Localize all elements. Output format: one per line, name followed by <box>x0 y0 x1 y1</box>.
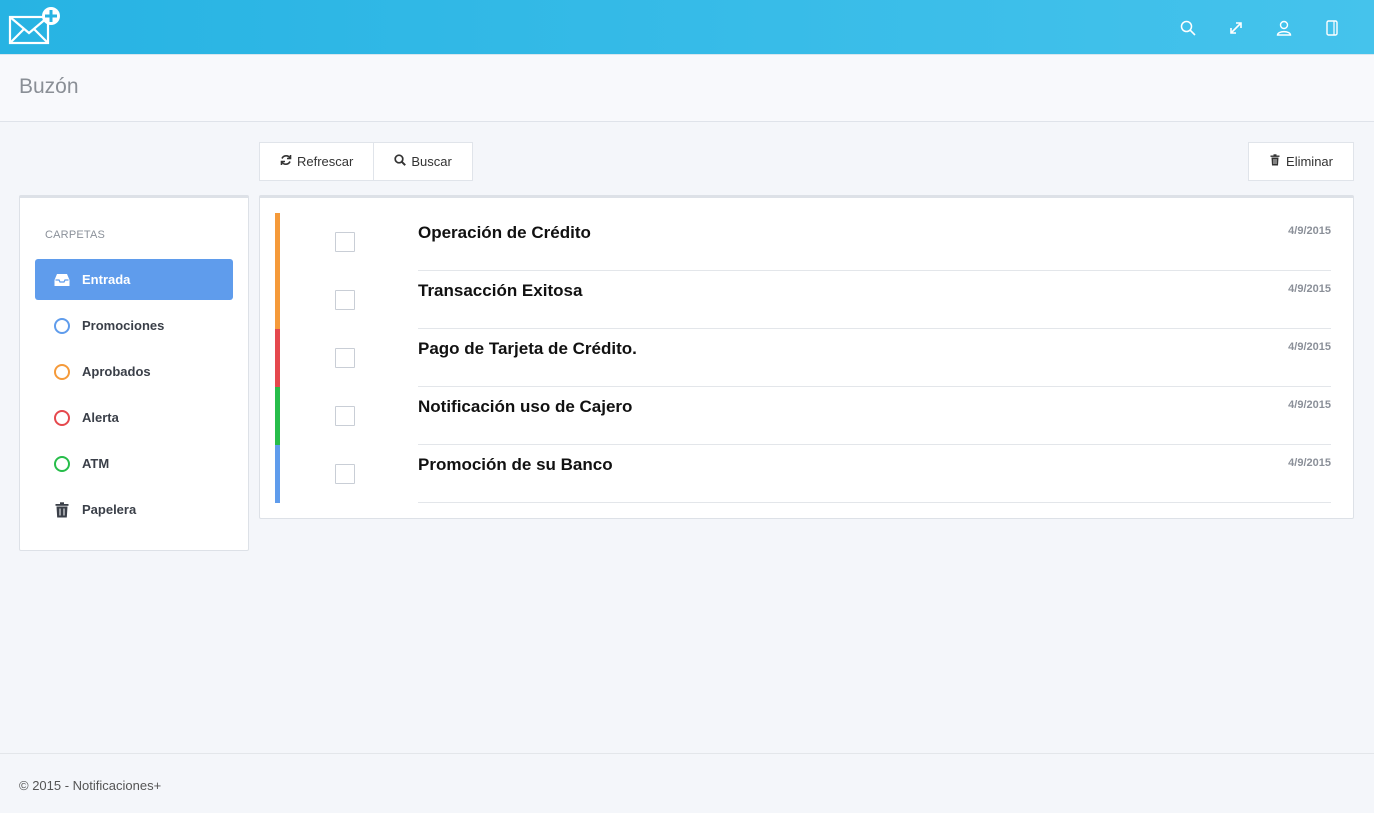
mail-color-bar <box>275 271 280 329</box>
sidebar-item-label: Alerta <box>82 410 119 425</box>
folders-heading: CARPETAS <box>45 229 106 241</box>
mail-row[interactable]: Transacción Exitosa 4/9/2015 <box>275 271 1331 329</box>
tablet-icon[interactable] <box>1308 0 1356 55</box>
sidebar-item-alerta[interactable]: Alerta <box>35 397 233 438</box>
mail-list-panel: Operación de Crédito 4/9/2015 Transacció… <box>259 195 1354 519</box>
trash-icon <box>53 501 71 519</box>
page-title: Buzón <box>19 75 79 98</box>
circle-icon <box>53 363 71 381</box>
mail-checkbox[interactable] <box>335 406 355 426</box>
mail-list: Operación de Crédito 4/9/2015 Transacció… <box>275 213 1331 503</box>
refresh-icon <box>280 154 292 169</box>
mail-subject[interactable]: Pago de Tarjeta de Crédito. <box>418 339 637 359</box>
mail-subject[interactable]: Transacción Exitosa <box>418 281 582 301</box>
mail-date: 4/9/2015 <box>1288 225 1331 237</box>
circle-icon <box>53 409 71 427</box>
sidebar-item-label: Papelera <box>82 502 137 517</box>
search-icon <box>394 154 407 169</box>
expand-icon[interactable] <box>1212 0 1260 55</box>
sidebar-item-entrada[interactable]: Entrada <box>35 259 233 300</box>
mail-color-bar <box>275 329 280 387</box>
mail-subject[interactable]: Notificación uso de Cajero <box>418 397 632 417</box>
delete-button[interactable]: Eliminar <box>1248 142 1354 181</box>
folder-list: Entrada Promociones Aprobados Alerta ATM… <box>35 259 233 535</box>
delete-label: Eliminar <box>1286 154 1333 169</box>
mail-color-bar <box>275 387 280 445</box>
trash-icon <box>1269 154 1281 169</box>
refresh-label: Refrescar <box>297 154 354 169</box>
search-button[interactable]: Buscar <box>374 142 473 181</box>
page-header: Buzón <box>0 55 1374 122</box>
mail-row[interactable]: Notificación uso de Cajero 4/9/2015 <box>275 387 1331 445</box>
mail-date: 4/9/2015 <box>1288 457 1331 469</box>
sidebar-item-label: ATM <box>82 456 110 471</box>
sidebar-item-atm[interactable]: ATM <box>35 443 233 484</box>
user-icon[interactable] <box>1260 0 1308 55</box>
row-divider <box>418 502 1331 503</box>
inbox-icon <box>53 271 71 289</box>
mail-checkbox[interactable] <box>335 232 355 252</box>
top-navbar <box>0 0 1374 55</box>
mail-date: 4/9/2015 <box>1288 399 1331 411</box>
sidebar-item-papelera[interactable]: Papelera <box>35 489 233 530</box>
sidebar-item-label: Promociones <box>82 318 165 333</box>
mail-color-bar <box>275 213 280 271</box>
mail-row[interactable]: Operación de Crédito 4/9/2015 <box>275 213 1331 271</box>
sidebar-item-aprobados[interactable]: Aprobados <box>35 351 233 392</box>
mail-plus-icon[interactable] <box>8 5 62 47</box>
search-icon[interactable] <box>1164 0 1212 55</box>
sidebar-item-label: Aprobados <box>82 364 151 379</box>
mail-checkbox[interactable] <box>335 290 355 310</box>
folders-panel: CARPETAS Entrada Promociones Aprobados A… <box>19 195 249 551</box>
mail-checkbox[interactable] <box>335 464 355 484</box>
mail-checkbox[interactable] <box>335 348 355 368</box>
sidebar-item-promociones[interactable]: Promociones <box>35 305 233 346</box>
mail-row[interactable]: Pago de Tarjeta de Crédito. 4/9/2015 <box>275 329 1331 387</box>
toolbar: Refrescar Buscar <box>259 142 473 181</box>
mail-subject[interactable]: Promoción de su Banco <box>418 455 613 475</box>
mail-subject[interactable]: Operación de Crédito <box>418 223 591 243</box>
sidebar-item-label: Entrada <box>82 272 131 287</box>
circle-icon <box>53 455 71 473</box>
mail-date: 4/9/2015 <box>1288 341 1331 353</box>
footer: © 2015 - Notificaciones+ <box>0 753 1374 813</box>
mail-row[interactable]: Promoción de su Banco 4/9/2015 <box>275 445 1331 503</box>
mail-color-bar <box>275 445 280 503</box>
search-label: Buscar <box>411 154 452 169</box>
footer-copyright: © 2015 - Notificaciones+ <box>19 778 162 793</box>
mail-date: 4/9/2015 <box>1288 283 1331 295</box>
circle-icon <box>53 317 71 335</box>
refresh-button[interactable]: Refrescar <box>259 142 375 181</box>
